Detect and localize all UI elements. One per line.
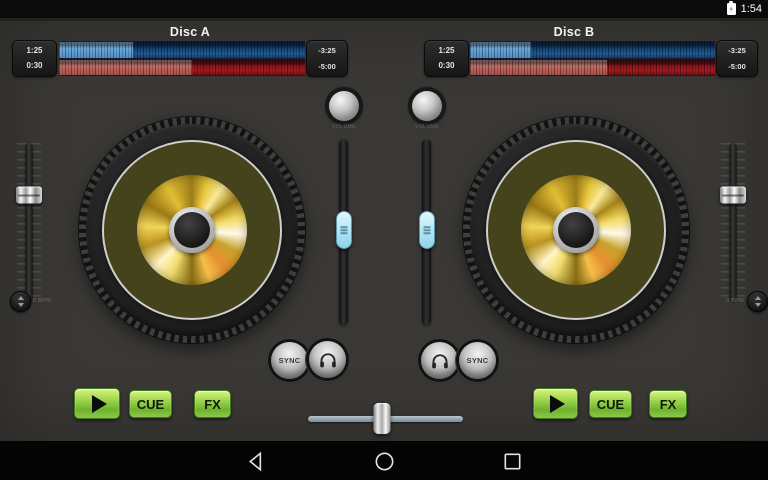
deck-a-waveform[interactable]: [59, 41, 305, 76]
deck-b-play-button[interactable]: [533, 388, 578, 419]
deck-b-waveform-bottom-played: [470, 60, 607, 76]
deck-a-volume-slider[interactable]: [339, 139, 348, 325]
home-circle-icon: [373, 450, 396, 473]
deck-b-platter: [470, 124, 682, 336]
deck-b-jog-wheel[interactable]: [463, 117, 689, 343]
deck-a-jog-wheel[interactable]: [79, 117, 305, 343]
deck-b-waveform-top: [470, 42, 715, 58]
deck-a-pitch-bend-button[interactable]: [10, 291, 31, 312]
headphones-icon: [430, 352, 450, 370]
deck-a-disc-label-ring: [102, 140, 282, 320]
deck-a-elapsed-top: 1:25: [26, 47, 42, 55]
play-triangle-icon: [92, 395, 107, 413]
deck-a-pitch-slider[interactable]: [17, 143, 41, 301]
deck-b-remaining-bottom: -5:00: [728, 63, 746, 71]
recents-square-icon: [501, 450, 524, 473]
crossfader[interactable]: [308, 403, 463, 434]
deck-a-fx-button[interactable]: FX: [194, 390, 231, 418]
nav-home-button[interactable]: [372, 449, 396, 473]
deck-b-pitch-handle[interactable]: [720, 187, 746, 204]
nav-recents-button[interactable]: [500, 449, 524, 473]
deck-a-headphones-button[interactable]: [309, 341, 346, 378]
deck-a-pitch-handle[interactable]: [16, 187, 42, 204]
chevron-up-icon: [18, 296, 24, 300]
deck-b-fx-button[interactable]: FX: [649, 390, 687, 418]
deck-a-bpm-label: 0 BPM: [33, 298, 51, 304]
deck-b-volume-knob-label: VOLUME: [407, 124, 447, 130]
deck-b-remaining-top: -3:25: [728, 47, 746, 55]
deck-a-waveform-top-played: [59, 42, 133, 58]
deck-a-sync-button[interactable]: SYNC: [271, 342, 308, 379]
deck-a-sync-label: SYNC: [279, 356, 301, 365]
deck-b-remaining-time-display: -3:25 -5:00: [716, 40, 758, 77]
deck-b-elapsed-time-display: 1:25 0:30: [424, 40, 469, 77]
deck-b-volume-knob[interactable]: [412, 91, 442, 121]
deck-a-cue-button[interactable]: CUE: [129, 390, 172, 418]
deck-a-spindle: [174, 212, 210, 248]
android-nav-bar: [0, 441, 768, 480]
deck-a-waveform-bottom-played: [59, 60, 192, 76]
deck-a-remaining-time-display: -3:25 -5:00: [306, 40, 348, 77]
deck-a-platter: [86, 124, 298, 336]
deck-b-elapsed-bottom: 0:30: [438, 62, 454, 70]
status-bar: 1:54: [0, 0, 768, 18]
chevron-down-icon: [755, 303, 761, 307]
deck-b-bpm-label: 0 BPM: [710, 298, 744, 304]
mixer-surface: Disc A Disc B 1:25 0:30 -3:25 -5:00 1:25…: [0, 21, 768, 441]
deck-a-pitch-track: [26, 143, 33, 301]
deck-a-volume-slider-handle[interactable]: [336, 211, 352, 249]
dj-mixer-app-screen: 1:54 Disc A Disc B 1:25 0:30 -3:25 -5:00…: [0, 0, 768, 480]
deck-b-pitch-slider[interactable]: [721, 143, 745, 301]
deck-b-waveform[interactable]: [470, 41, 715, 76]
deck-b-headphones-button[interactable]: [421, 342, 458, 379]
deck-a-waveform-top: [59, 42, 305, 58]
nav-back-button[interactable]: [244, 449, 268, 473]
deck-b-cue-button[interactable]: CUE: [589, 390, 632, 418]
deck-a-elapsed-time-display: 1:25 0:30: [12, 40, 57, 77]
headphones-icon: [318, 351, 338, 369]
deck-b-waveform-bottom: [470, 60, 715, 76]
deck-a-remaining-top: -3:25: [318, 47, 336, 55]
deck-b-sync-label: SYNC: [467, 356, 489, 365]
deck-a-volume-knob-label: VOLUME: [324, 124, 364, 130]
deck-b-pitch-track: [730, 143, 737, 301]
chevron-up-icon: [755, 296, 761, 300]
back-triangle-icon: [245, 450, 268, 473]
deck-b-title: Disc B: [494, 25, 654, 39]
crossfader-handle[interactable]: [374, 403, 391, 434]
deck-b-disc-label-ring: [486, 140, 666, 320]
deck-a-waveform-bottom: [59, 60, 305, 76]
deck-b-sync-button[interactable]: SYNC: [459, 342, 496, 379]
status-clock: 1:54: [741, 3, 762, 15]
battery-charging-icon: [727, 3, 736, 15]
chevron-down-icon: [18, 303, 24, 307]
deck-b-waveform-top-played: [470, 42, 531, 58]
deck-a-elapsed-bottom: 0:30: [26, 62, 42, 70]
deck-a-remaining-bottom: -5:00: [318, 63, 336, 71]
deck-a-play-button[interactable]: [74, 388, 120, 419]
deck-b-volume-slider-handle[interactable]: [419, 211, 435, 249]
deck-a-volume-knob[interactable]: [329, 91, 359, 121]
deck-b-volume-slider[interactable]: [422, 139, 431, 325]
deck-b-pitch-bend-button[interactable]: [747, 291, 768, 312]
play-triangle-icon: [550, 395, 565, 413]
deck-b-spindle: [558, 212, 594, 248]
deck-a-title: Disc A: [110, 25, 270, 39]
deck-b-elapsed-top: 1:25: [438, 47, 454, 55]
